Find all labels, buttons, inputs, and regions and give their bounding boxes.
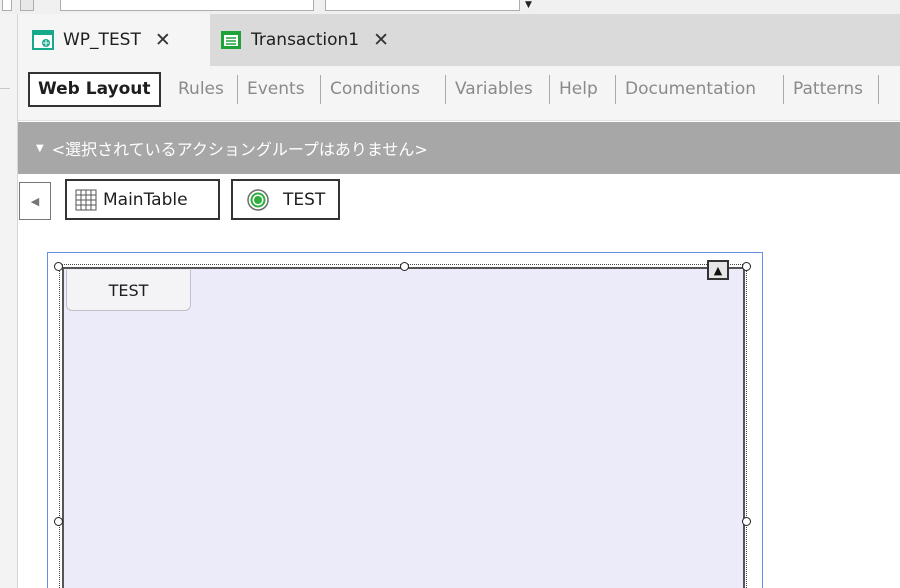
chevron-left-icon: ◀ [30,194,40,208]
dropdown-arrow-icon[interactable]: ▼ [525,0,532,10]
table-grid-icon [75,189,97,211]
document-tab-bar: WP_TEST ✕ Transaction1 ✕ [18,14,900,66]
collapse-button[interactable]: ▲ [707,260,729,280]
tab-separator [783,75,784,104]
editor-tabs: Web Layout Rules Events Conditions Varia… [18,66,900,121]
breadcrumb-label: TEST [283,189,326,210]
left-gutter [0,14,18,588]
tab-events[interactable]: Events [247,72,305,107]
tab-conditions[interactable]: Conditions [330,72,420,107]
tab-documentation[interactable]: Documentation [625,72,756,107]
tab-separator [878,75,879,104]
tab-patterns[interactable]: Patterns [793,72,863,107]
arrow-up-icon: ▲ [713,263,723,277]
close-icon[interactable]: ✕ [155,29,171,51]
breadcrumb-label: MainTable [103,189,188,210]
tab-page-test[interactable]: TEST [66,270,191,311]
toolbar-control-fragment[interactable] [2,0,12,11]
toolbar-combo-fragment[interactable] [325,0,520,11]
tab-transaction1[interactable]: Transaction1 ✕ [210,14,428,66]
transaction-icon [220,30,242,50]
design-canvas-table[interactable] [62,267,745,588]
top-toolbar-strip: ▼ [0,0,900,14]
action-group-text: <選択されているアクショングループはありません> [51,140,428,159]
action-group-bar[interactable]: ▼ <選択されているアクショングループはありません> [18,122,900,174]
resize-handle-top-right[interactable] [742,262,751,271]
radio-target-icon [247,188,269,211]
breadcrumb-maintable[interactable]: MainTable [65,179,220,220]
tab-separator [549,75,550,104]
breadcrumb-test[interactable]: TEST [231,179,340,220]
tab-separator [615,75,616,104]
tab-page-label: TEST [108,280,149,300]
tab-web-layout[interactable]: Web Layout [28,72,161,107]
close-icon[interactable]: ✕ [373,29,389,51]
resize-handle-top-center[interactable] [400,262,409,271]
tab-variables[interactable]: Variables [455,72,533,107]
tab-separator [320,75,321,104]
breadcrumb-back-button[interactable]: ◀ [19,182,51,220]
toolbar-control-fragment[interactable] [20,0,34,11]
tab-label: WP_TEST [63,30,141,50]
tab-separator [445,75,446,104]
tab-help[interactable]: Help [559,72,598,107]
resize-handle-top-left[interactable] [54,262,63,271]
tab-label: Transaction1 [251,30,360,50]
tab-wp-test[interactable]: WP_TEST ✕ [18,14,210,66]
tab-separator [237,75,238,104]
resize-handle-middle-left[interactable] [54,517,63,526]
caret-down-icon[interactable]: ▼ [36,143,44,154]
webpanel-icon [32,30,54,50]
resize-handle-middle-right[interactable] [742,517,751,526]
tab-rules[interactable]: Rules [178,72,224,107]
toolbar-combo-fragment[interactable] [60,0,314,11]
